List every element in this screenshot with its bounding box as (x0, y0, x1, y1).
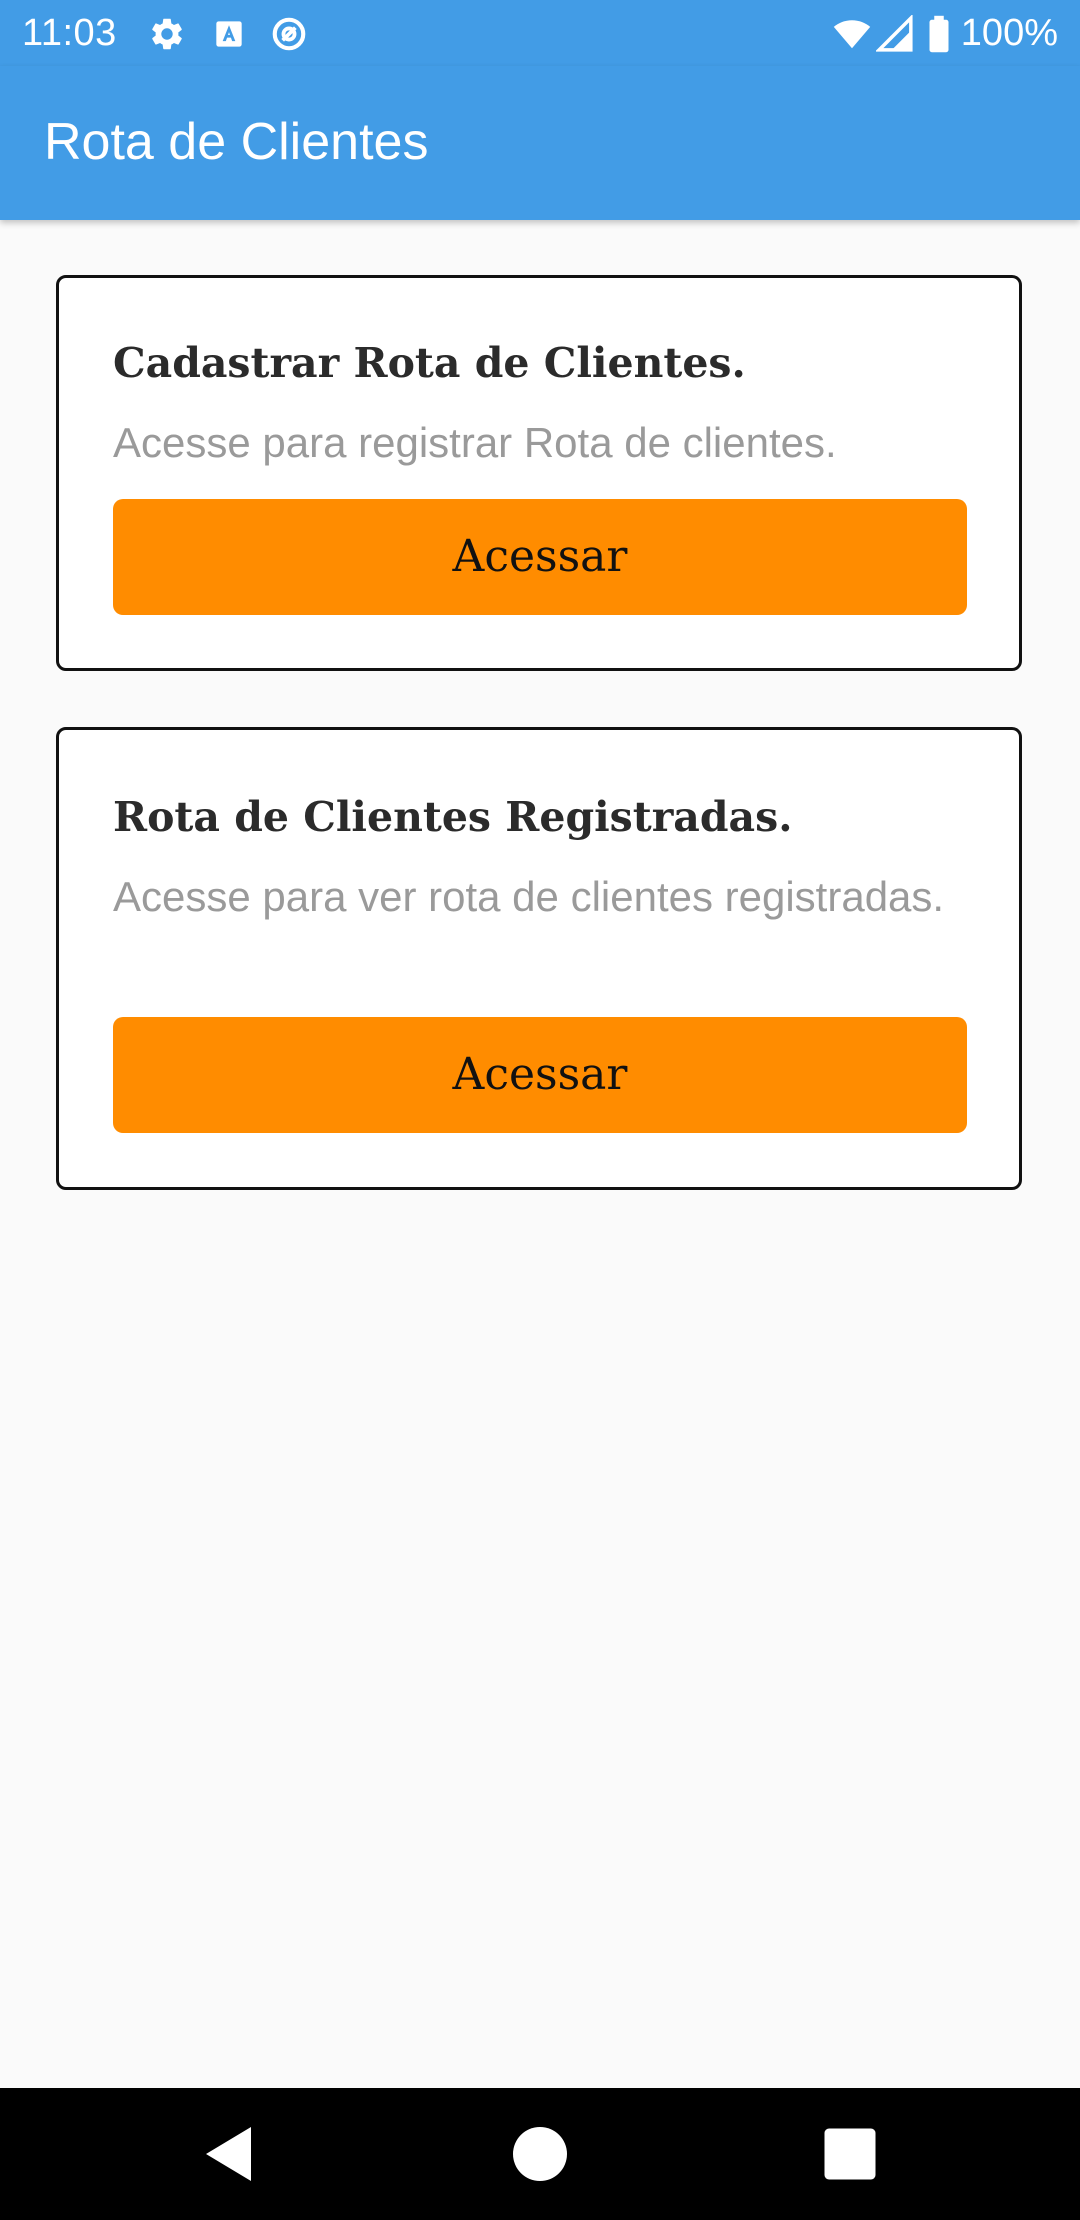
text-a-icon (210, 15, 248, 53)
recents-icon[interactable] (814, 2118, 886, 2190)
wifi-icon (830, 15, 874, 53)
app-bar: Rota de Clientes (0, 66, 1080, 220)
at-sign-icon (270, 15, 308, 53)
battery-percentage: 100% (960, 12, 1058, 54)
navigation-bar (0, 2088, 1080, 2220)
signal-icon (876, 15, 914, 53)
card-register-route: Cadastrar Rota de Clientes. Acesse para … (56, 275, 1022, 671)
access-button[interactable]: Acessar (113, 499, 967, 615)
back-icon[interactable] (194, 2118, 266, 2190)
access-button[interactable]: Acessar (113, 1017, 967, 1133)
card-description: Acesse para ver rota de clientes registr… (113, 873, 945, 920)
home-icon[interactable] (504, 2118, 576, 2190)
battery-icon (924, 15, 954, 53)
card-registered-routes: Rota de Clientes Registradas. Acesse par… (56, 727, 1022, 1190)
gear-icon (148, 15, 186, 53)
status-time: 11:03 (22, 12, 117, 54)
card-title: Cadastrar Rota de Clientes. (113, 339, 746, 387)
app-title: Rota de Clientes (44, 113, 429, 171)
card-title: Rota de Clientes Registradas. (113, 793, 793, 841)
status-bar: 11:03 100% (0, 0, 1080, 66)
card-description: Acesse para registrar Rota de clientes. (113, 419, 837, 466)
